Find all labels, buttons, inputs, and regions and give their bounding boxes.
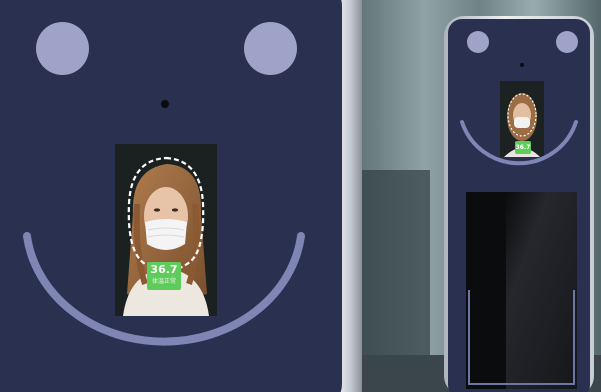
- large-terminal-body: 36.7 体温正常: [0, 0, 342, 392]
- photo-scene: 36.7 36.7 体温正常: [0, 0, 601, 392]
- small-panel-slot: [468, 290, 575, 385]
- background-window-dark: [360, 170, 430, 360]
- small-smile-arc: [460, 120, 578, 166]
- large-face-portrait: [115, 144, 217, 316]
- large-face-display: 36.7 体温正常: [115, 144, 217, 316]
- small-lower-panel: [466, 192, 577, 389]
- large-temperature-value: 36.7: [150, 263, 178, 276]
- large-temperature-status: 体温正常: [151, 278, 176, 285]
- small-terminal-body: 36.7: [448, 19, 590, 392]
- large-temperature-badge: 36.7 体温正常: [147, 262, 181, 290]
